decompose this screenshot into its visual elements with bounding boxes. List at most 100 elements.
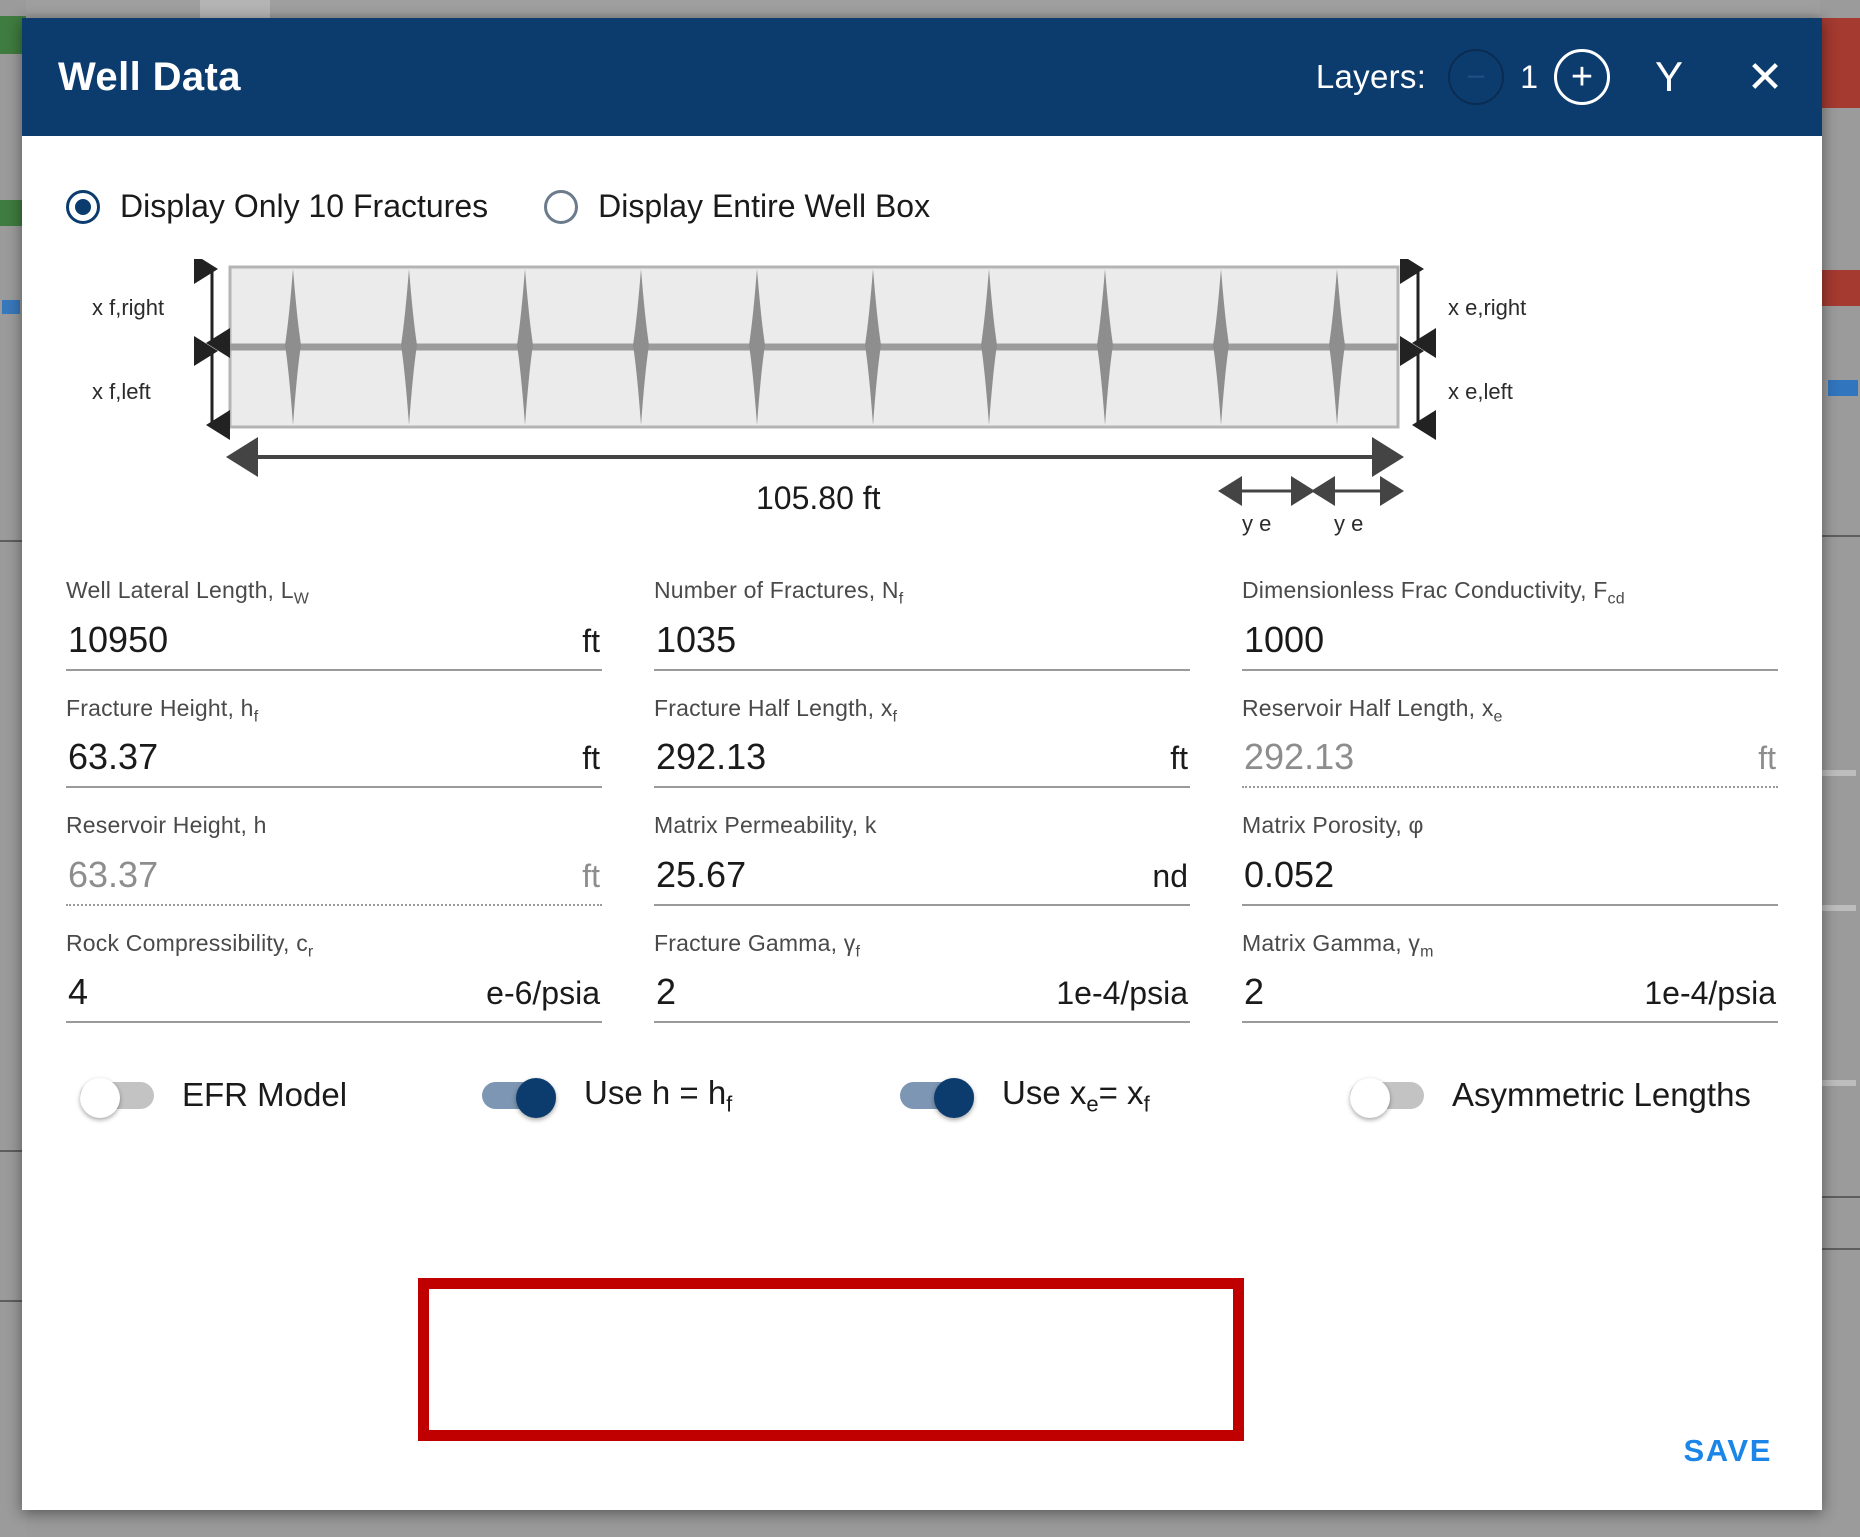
background-red-marker-top: [1820, 18, 1860, 108]
background-text-line: [1822, 1080, 1856, 1086]
toggle-switch-on[interactable]: [482, 1078, 562, 1119]
toggle-knob: [934, 1078, 974, 1119]
field-row: Well Lateral Length, LW 10950 ft Number …: [66, 577, 1778, 671]
field-unit: e-6/psia: [486, 975, 600, 1012]
toggle-switch-off[interactable]: [80, 1078, 160, 1119]
well-schematic-svg: x f,right x f,left x e,right x e,left 10…: [92, 259, 1526, 536]
radio-indicator-unselected: [544, 189, 579, 224]
field-value: 0.052: [1244, 853, 1335, 895]
field-value: 292.13: [1244, 736, 1355, 778]
total-length-label: 105.80 ft: [756, 480, 881, 516]
field-label: Rock Compressibility, cr: [66, 929, 314, 961]
field-value: 292.13: [656, 736, 767, 778]
field-label: Reservoir Half Length, xe: [1242, 694, 1503, 726]
dialog-footer: SAVE: [22, 1392, 1822, 1510]
field-matrix-porosity: Matrix Porosity, φ 0.052: [1242, 812, 1778, 906]
save-button[interactable]: SAVE: [1683, 1433, 1772, 1469]
field-unit: 1e-4/psia: [1644, 975, 1776, 1012]
field-value: 10950: [68, 618, 169, 660]
toggle-switch-off[interactable]: [1350, 1078, 1430, 1119]
toggle-label: EFR Model: [182, 1076, 348, 1114]
field-label: Dimensionless Frac Conductivity, Fcd: [1242, 577, 1625, 608]
background-right-panel: [1820, 0, 1860, 1537]
field-input-number-of-fractures[interactable]: 1035: [654, 609, 1190, 671]
toggle-switch-on[interactable]: [900, 1078, 980, 1119]
background-toolbar: [0, 0, 1860, 14]
field-input-reservoir-half-length: 292.13 ft: [1242, 726, 1778, 789]
radio-display-entire-well-box[interactable]: Display Entire Well Box: [544, 188, 930, 225]
field-label: Fracture Height, hf: [66, 694, 259, 726]
field-matrix-permeability: Matrix Permeability, k 25.67 nd: [654, 812, 1190, 906]
toggle-label: Asymmetric Lengths: [1452, 1076, 1751, 1114]
field-unit: ft: [1758, 740, 1776, 777]
radio-label: Display Entire Well Box: [598, 188, 931, 224]
increment-layers-button[interactable]: +: [1554, 49, 1610, 105]
toggle-label: Use h = hf: [584, 1073, 733, 1117]
field-row: Reservoir Height, h 63.37 ft Matrix Perm…: [66, 812, 1778, 906]
field-value: 1000: [1244, 618, 1325, 660]
toggle-use-xe-equals-xf[interactable]: Use xe= xf: [900, 1073, 1270, 1119]
radio-display-only-10-fractures[interactable]: Display Only 10 Fractures: [66, 188, 488, 225]
field-label: Matrix Gamma, γm: [1242, 929, 1434, 961]
background-divider: [1820, 535, 1860, 537]
field-dimensionless-frac-conductivity: Dimensionless Frac Conductivity, Fcd 100…: [1242, 577, 1778, 671]
field-label: Fracture Gamma, γf: [654, 929, 861, 961]
field-input-fracture-height[interactable]: 63.37 ft: [66, 726, 602, 789]
field-input-dimensionless-frac-conductivity[interactable]: 1000: [1242, 609, 1778, 671]
field-label: Number of Fractures, Nf: [654, 577, 904, 608]
field-input-rock-compressibility[interactable]: 4 e-6/psia: [66, 961, 602, 1024]
field-well-lateral-length: Well Lateral Length, LW 10950 ft: [66, 577, 602, 671]
field-value: 2: [1244, 971, 1265, 1013]
toggle-label: Use xe= xf: [1002, 1073, 1150, 1117]
label-xf-left: x f,left: [92, 379, 151, 404]
layers-label: Layers:: [1315, 58, 1427, 95]
field-input-reservoir-height: 63.37 ft: [66, 844, 602, 906]
field-label: Reservoir Height, h: [66, 812, 267, 839]
dialog-header: Well Data Layers: − 1 + Υ ✕: [22, 18, 1822, 136]
toggle-use-h-equals-hf[interactable]: Use h = hf: [482, 1073, 862, 1119]
background-divider: [1820, 1196, 1860, 1198]
parameter-fields: Well Lateral Length, LW 10950 ft Number …: [66, 577, 1778, 1024]
close-icon[interactable]: ✕: [1742, 51, 1788, 103]
label-ye-right: y e: [1334, 511, 1363, 536]
field-input-matrix-porosity[interactable]: 0.052: [1242, 844, 1778, 906]
field-label: Matrix Permeability, k: [654, 812, 877, 839]
field-input-well-lateral-length[interactable]: 10950 ft: [66, 609, 602, 671]
field-input-fracture-half-length[interactable]: 292.13 ft: [654, 726, 1190, 789]
radio-indicator-selected: [66, 189, 100, 224]
background-text-line: [1822, 770, 1856, 776]
field-label: Fracture Half Length, xf: [654, 694, 898, 726]
field-rock-compressibility: Rock Compressibility, cr 4 e-6/psia: [66, 930, 602, 1024]
label-xf-right: x f,right: [92, 295, 164, 320]
label-xe-left: x e,left: [1448, 379, 1513, 404]
field-input-fracture-gamma[interactable]: 2 1e-4/psia: [654, 961, 1190, 1024]
radio-label: Display Only 10 Fractures: [120, 188, 489, 224]
field-value: 2: [656, 971, 677, 1013]
page-title: Well Data: [58, 54, 241, 99]
dialog-body: Display Only 10 Fractures Display Entire…: [22, 136, 1822, 1441]
decrement-layers-button[interactable]: −: [1448, 49, 1505, 105]
field-label: Well Lateral Length, LW: [66, 577, 310, 608]
toggle-efr-model[interactable]: EFR Model: [80, 1076, 440, 1119]
toggle-knob: [516, 1078, 556, 1119]
field-unit: nd: [1152, 857, 1188, 894]
display-options-group: Display Only 10 Fractures Display Entire…: [66, 136, 1778, 225]
background-blue-marker-right: [1828, 380, 1858, 396]
label-ye-left: y e: [1242, 511, 1271, 536]
gamma-icon[interactable]: Υ: [1646, 51, 1692, 103]
field-unit: ft: [582, 622, 600, 659]
field-input-matrix-gamma[interactable]: 2 1e-4/psia: [1242, 961, 1778, 1024]
field-value: 25.67: [656, 853, 747, 895]
field-unit: ft: [582, 740, 600, 777]
field-value: 63.37: [68, 736, 159, 778]
field-row: Rock Compressibility, cr 4 e-6/psia Frac…: [66, 930, 1778, 1024]
toggle-knob: [1350, 1078, 1390, 1119]
field-value: 63.37: [68, 853, 159, 895]
background-divider: [1820, 1248, 1860, 1250]
background-text-line: [1822, 905, 1856, 911]
background-blue-marker: [2, 300, 20, 314]
field-input-matrix-permeability[interactable]: 25.67 nd: [654, 844, 1190, 906]
field-unit: 1e-4/psia: [1056, 975, 1188, 1012]
toggle-asymmetric-lengths[interactable]: Asymmetric Lengths: [1350, 1076, 1751, 1119]
field-label: Matrix Porosity, φ: [1242, 812, 1424, 839]
